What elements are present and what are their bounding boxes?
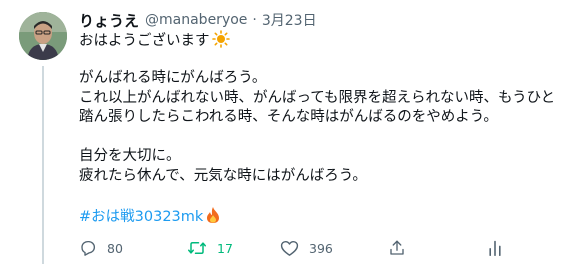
hashtag-link[interactable]: #おは戦30323mk (79, 209, 203, 225)
text-line: 疲れたら休んで、元気な時にはがんばろう。 (79, 167, 367, 184)
display-name[interactable]: りょうえ (79, 10, 139, 31)
separator-dot: · (252, 12, 257, 28)
reply-count: 80 (107, 240, 123, 256)
analytics-icon (487, 239, 503, 257)
greeting-line: おはようございます (79, 30, 569, 50)
text-line: がんばれる時にがんばろう。 (79, 70, 267, 86)
avatar[interactable] (19, 12, 67, 60)
hashtag-line: #おは戦30323mk (79, 206, 569, 226)
retweet-button[interactable]: 17 (187, 236, 233, 260)
thread-line (42, 66, 44, 264)
retweet-icon (187, 239, 207, 257)
fire-icon (205, 206, 221, 231)
retweet-count: 17 (217, 240, 233, 256)
analytics-button[interactable] (487, 236, 503, 260)
share-button[interactable] (388, 236, 406, 260)
tweet-text: おはようございます がんばれる時にがんばろう。 これ以上がんばれない時、がんばっ… (79, 30, 569, 225)
share-icon (388, 239, 406, 257)
text-line: 踏ん張りしたらこわれる時、そんな時はがんばるのをやめよう。 (79, 109, 498, 125)
text-line: 自分を大切に。 (79, 148, 181, 164)
sun-icon (211, 30, 230, 55)
action-bar: 80 17 396 (79, 236, 579, 260)
heart-icon (280, 239, 299, 257)
like-button[interactable]: 396 (280, 236, 333, 260)
text-line: これ以上がんばれない時、がんばっても限界を超えられない時、もうひと (79, 89, 556, 106)
timestamp[interactable]: 3月23日 (262, 10, 317, 30)
greeting-text: おはようございます (79, 33, 210, 49)
reply-icon (79, 239, 97, 257)
tweet-header: りょうえ @manaberyoe · 3月23日 (79, 10, 317, 30)
reply-button[interactable]: 80 (79, 236, 123, 260)
user-handle[interactable]: @manaberyoe (145, 12, 247, 28)
like-count: 396 (309, 240, 333, 256)
avatar-image (19, 12, 67, 60)
